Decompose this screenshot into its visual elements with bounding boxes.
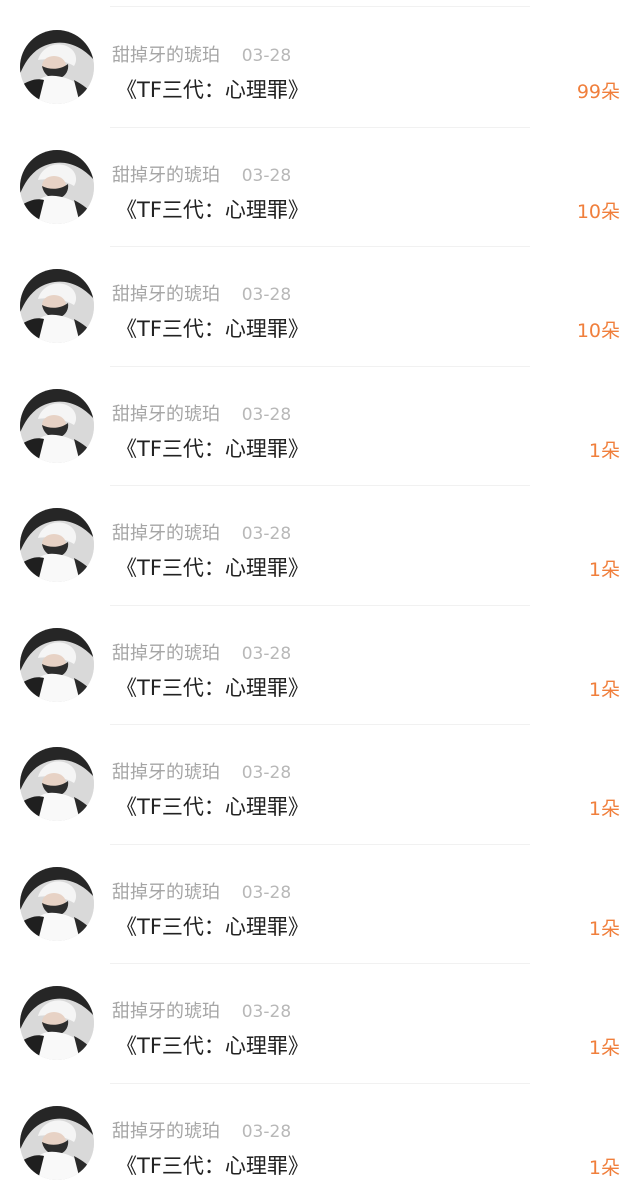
list-item[interactable]: 甜掉牙的琥珀 03-28 《TF三代：心理罪》 1朵 [0,367,640,486]
avatar-photo-icon [20,866,94,941]
avatar[interactable] [20,747,94,821]
item-meta: 甜掉牙的琥珀 03-28 [112,1000,291,1024]
item-meta: 甜掉牙的琥珀 03-28 [112,642,291,666]
gift-name: 《TF三代：心理罪》 [116,436,309,461]
gift-name: 《TF三代：心理罪》 [116,317,309,341]
date: 03-28 [241,46,292,66]
username[interactable]: 甜掉牙的琥珀 [112,761,220,785]
date: 03-28 [241,404,292,425]
list-item[interactable]: 甜掉牙的琥珀 03-28 《TF三代：心理罪》 10朵 [0,128,640,247]
username[interactable]: 甜掉牙的琥珀 [112,283,220,307]
gift-name: 《TF三代：心理罪》 [116,197,309,222]
gift-name: 《TF三代：心理罪》 [116,914,309,939]
list-item[interactable]: 甜掉牙的琥珀 03-28 《TF三代：心理罪》 1朵 [0,606,640,725]
username[interactable]: 甜掉牙的琥珀 [112,522,220,546]
flower-count: 1朵 [588,559,620,581]
list-item[interactable]: 甜掉牙的琥珀 03-28 《TF三代：心理罪》 99朵 [0,8,640,128]
item-meta: 甜掉牙的琥珀 03-28 [112,1120,291,1144]
list-item[interactable]: 甜掉牙的琥珀 03-28 《TF三代：心理罪》 1朵 [0,486,640,606]
avatar[interactable] [20,30,94,104]
username[interactable]: 甜掉牙的琥珀 [112,1000,220,1024]
username[interactable]: 甜掉牙的琥珀 [112,403,220,427]
flower-count: 1朵 [588,1037,620,1059]
list-item[interactable]: 甜掉牙的琥珀 03-28 《TF三代：心理罪》 10朵 [0,247,640,367]
flower-count: 1朵 [588,1156,620,1179]
item-meta: 甜掉牙的琥珀 03-28 [112,403,291,427]
gift-name: 《TF三代：心理罪》 [116,795,309,819]
gift-name: 《TF三代：心理罪》 [116,1153,309,1178]
avatar-photo-icon [20,269,94,343]
gift-name: 《TF三代：心理罪》 [116,675,309,700]
avatar-photo-icon [20,30,94,104]
flower-count: 10朵 [576,200,620,223]
item-meta: 甜掉牙的琥珀 03-28 [112,283,291,307]
avatar-photo-icon [20,747,94,821]
flower-count: 1朵 [588,678,620,701]
date: 03-28 [241,165,292,186]
item-meta: 甜掉牙的琥珀 03-28 [112,44,291,68]
avatar[interactable] [20,269,94,343]
flower-count: 1朵 [588,917,620,940]
avatar-photo-icon [20,388,94,463]
gift-name: 《TF三代：心理罪》 [116,556,309,580]
avatar-photo-icon [20,149,94,224]
date: 03-28 [241,882,292,903]
avatar[interactable] [20,1105,94,1180]
list-item[interactable]: 甜掉牙的琥珀 03-28 《TF三代：心理罪》 1朵 [0,725,640,845]
username[interactable]: 甜掉牙的琥珀 [112,881,220,905]
flower-count: 10朵 [576,320,620,342]
avatar[interactable] [20,388,94,463]
avatar[interactable] [20,986,94,1060]
item-meta: 甜掉牙的琥珀 03-28 [112,761,291,785]
avatar-photo-icon [20,627,94,702]
item-meta: 甜掉牙的琥珀 03-28 [112,522,291,546]
item-meta: 甜掉牙的琥珀 03-28 [112,164,291,188]
avatar-photo-icon [20,1105,94,1180]
username[interactable]: 甜掉牙的琥珀 [112,44,220,68]
gift-name: 《TF三代：心理罪》 [116,1034,309,1058]
top-divider [110,6,530,7]
avatar[interactable] [20,866,94,941]
avatar-photo-icon [20,508,94,582]
username[interactable]: 甜掉牙的琥珀 [112,642,220,666]
avatar[interactable] [20,149,94,224]
avatar-photo-icon [20,986,94,1060]
date: 03-28 [241,643,292,664]
gift-name: 《TF三代：心理罪》 [116,78,309,102]
flower-count: 1朵 [588,439,620,462]
avatar[interactable] [20,627,94,702]
date: 03-28 [241,524,292,544]
list-item[interactable]: 甜掉牙的琥珀 03-28 《TF三代：心理罪》 1朵 [0,964,640,1084]
flower-count: 1朵 [588,798,620,820]
date: 03-28 [241,763,292,783]
date: 03-28 [241,1121,292,1142]
username[interactable]: 甜掉牙的琥珀 [112,164,220,188]
list-item[interactable]: 甜掉牙的琥珀 03-28 《TF三代：心理罪》 1朵 [0,1084,640,1194]
username[interactable]: 甜掉牙的琥珀 [112,1120,220,1144]
date: 03-28 [241,285,292,305]
avatar[interactable] [20,508,94,582]
flower-count: 99朵 [576,81,620,103]
date: 03-28 [241,1002,292,1022]
item-meta: 甜掉牙的琥珀 03-28 [112,881,291,905]
list-item[interactable]: 甜掉牙的琥珀 03-28 《TF三代：心理罪》 1朵 [0,845,640,964]
